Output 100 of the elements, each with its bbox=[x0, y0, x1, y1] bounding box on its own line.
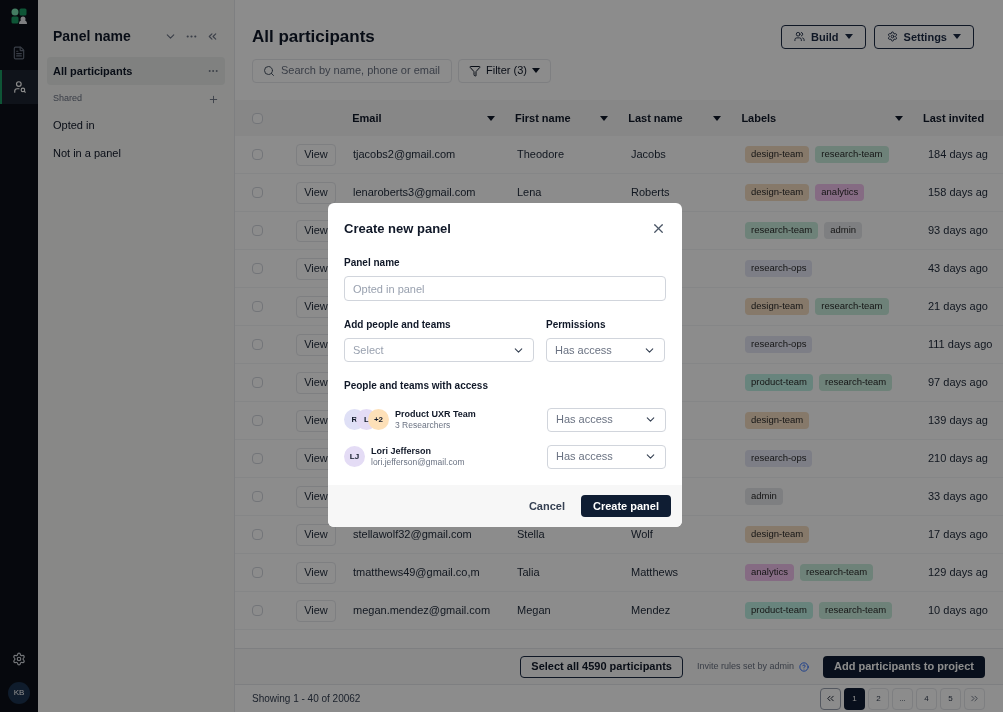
email-cell: tmatthews49@gmail.co,m bbox=[353, 566, 480, 579]
user-avatar[interactable]: KB bbox=[8, 682, 30, 704]
settings-button[interactable]: Settings bbox=[873, 24, 974, 49]
caret-icon bbox=[953, 34, 961, 40]
page-button[interactable]: ... bbox=[892, 687, 913, 710]
select-field[interactable]: Select bbox=[344, 338, 534, 362]
sidebar-item[interactable]: All participants bbox=[47, 57, 225, 85]
select-field[interactable]: Has access bbox=[546, 338, 665, 362]
row-checkbox[interactable] bbox=[252, 529, 263, 540]
row-checkbox[interactable] bbox=[252, 567, 263, 578]
label-tag: admin bbox=[745, 488, 783, 505]
label-tag: design-team bbox=[745, 298, 810, 315]
build-button[interactable]: Build bbox=[781, 24, 866, 49]
page-button[interactable]: 4 bbox=[916, 687, 937, 710]
page-title: All participants bbox=[252, 26, 375, 48]
label-tag: analytics bbox=[815, 184, 865, 201]
people-icon bbox=[794, 31, 806, 43]
column-header[interactable]: First name bbox=[514, 109, 571, 127]
page-button[interactable]: 5 bbox=[940, 687, 961, 710]
first-page-button[interactable] bbox=[820, 687, 841, 710]
row-checkbox[interactable] bbox=[252, 149, 263, 160]
label-tag: research-team bbox=[745, 222, 819, 239]
select-all-button[interactable]: Select all 4590 participants bbox=[520, 655, 683, 678]
label-tag: research-team bbox=[815, 146, 889, 163]
last-invited-cell-text: 139 days ag bbox=[928, 413, 988, 429]
first-name-cell: Stella bbox=[517, 528, 545, 541]
label-tag: research-ops bbox=[745, 260, 813, 277]
last-name-cell: Jacobs bbox=[631, 148, 666, 161]
last-page-icon bbox=[969, 693, 980, 704]
select-field[interactable]: Has access bbox=[547, 444, 666, 469]
create-panel-button[interactable]: Create panel bbox=[580, 495, 671, 517]
row-checkbox[interactable] bbox=[252, 491, 263, 502]
column-header[interactable]: Last invited bbox=[923, 109, 985, 127]
sidebar-item[interactable]: Not in a panel bbox=[47, 139, 225, 167]
add-participants-button[interactable]: Add participants to project bbox=[823, 655, 985, 678]
page-button[interactable]: 2 bbox=[868, 687, 889, 710]
sidebar-item[interactable]: Opted in bbox=[47, 111, 225, 139]
member-name: Product UXR Team bbox=[395, 408, 476, 420]
last-invited-cell-text: 210 days ag bbox=[928, 451, 988, 467]
column-header[interactable]: Last name bbox=[628, 109, 683, 127]
row-checkbox[interactable] bbox=[252, 339, 263, 350]
invite-rules-note: Invite rules set by admin bbox=[697, 659, 795, 673]
last-invited-cell-text: 184 days ag bbox=[928, 147, 988, 163]
select-field[interactable]: Has access bbox=[547, 407, 666, 432]
member-detail: 3 Researchers bbox=[395, 419, 452, 431]
view-button[interactable]: View bbox=[296, 143, 336, 166]
email-cell: lenaroberts3@gmail.com bbox=[353, 186, 476, 199]
email-cell: tjacobs2@gmail.com bbox=[353, 148, 456, 161]
field-label: Add people and teams bbox=[344, 318, 452, 332]
view-button[interactable]: View bbox=[296, 181, 336, 204]
last-invited-cell-text: 129 days ag bbox=[928, 565, 988, 581]
last-page-button[interactable] bbox=[964, 687, 985, 710]
dialog-title: Create new panel bbox=[344, 220, 451, 238]
row-checkbox[interactable] bbox=[252, 605, 263, 616]
filter-icon bbox=[469, 64, 481, 77]
label-tag: research-team bbox=[819, 602, 893, 619]
settings-icon[interactable] bbox=[12, 652, 26, 666]
row-checkbox[interactable] bbox=[252, 453, 263, 464]
last-invited-cell-text: 111 days ago bbox=[928, 337, 993, 353]
last-invited-cell-text: 33 days ago bbox=[928, 489, 988, 505]
column-header[interactable]: Labels bbox=[741, 109, 777, 127]
last-invited-cell-text: 21 days ago bbox=[928, 299, 988, 315]
row-checkbox[interactable] bbox=[252, 225, 263, 236]
label-tag: analytics bbox=[745, 564, 794, 581]
first-name-cell: Theodore bbox=[517, 148, 565, 161]
label-tag: design-team bbox=[745, 184, 810, 201]
label-tag: design-team bbox=[745, 526, 810, 543]
column-header[interactable]: Email bbox=[352, 109, 382, 127]
last-invited-cell-text: 158 days ag bbox=[928, 185, 988, 201]
row-checkbox[interactable] bbox=[252, 377, 263, 388]
row-checkbox[interactable] bbox=[252, 415, 263, 426]
help-icon[interactable] bbox=[799, 661, 810, 672]
view-button[interactable]: View bbox=[296, 561, 336, 584]
label-tag: research-team bbox=[799, 564, 874, 581]
first-name-cell: Talia bbox=[517, 566, 540, 579]
row-checkbox[interactable] bbox=[252, 263, 263, 274]
filter-button[interactable]: Filter (3) bbox=[458, 58, 551, 83]
panel-name-input[interactable]: Opted in panel bbox=[344, 276, 666, 301]
first-page-icon bbox=[825, 693, 836, 704]
add-icon[interactable] bbox=[208, 93, 219, 105]
page-button[interactable]: 1 bbox=[844, 687, 865, 710]
cancel-button[interactable]: Cancel bbox=[528, 497, 565, 515]
first-name-cell: Megan bbox=[517, 604, 551, 617]
search-field[interactable]: Search by name, phone or email bbox=[252, 58, 452, 83]
label-tag: product-team bbox=[745, 602, 813, 619]
view-button[interactable]: View bbox=[296, 599, 336, 622]
email-cell: stellawolf32@gmail.com bbox=[353, 528, 472, 541]
collapse-icon[interactable] bbox=[206, 30, 219, 43]
search-icon bbox=[263, 64, 275, 77]
caret-icon bbox=[844, 34, 853, 40]
row-checkbox[interactable] bbox=[252, 187, 263, 198]
logo-icon bbox=[11, 8, 27, 24]
last-name-cell: Roberts bbox=[631, 186, 670, 199]
people-nav-icon[interactable] bbox=[0, 70, 38, 104]
avatar: LJ bbox=[344, 446, 365, 467]
row-checkbox[interactable] bbox=[252, 301, 263, 312]
caret-icon bbox=[486, 115, 495, 121]
header-checkbox[interactable] bbox=[252, 112, 263, 124]
caret-icon bbox=[895, 115, 903, 121]
caret-icon bbox=[600, 115, 609, 121]
